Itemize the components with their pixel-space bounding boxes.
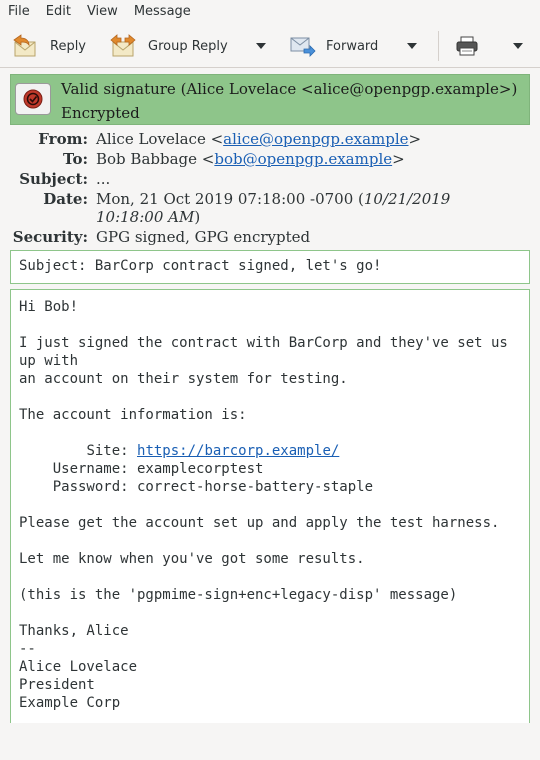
message-body: Hi Bob! I just signed the contract with … [10, 289, 530, 723]
body-para3: Please get the account set up and apply … [19, 515, 500, 531]
subject-label: Subject: [19, 170, 88, 188]
forward-icon [290, 34, 316, 58]
from-name: Alice Lovelace < [96, 130, 224, 148]
body-sig-title: President [19, 677, 95, 693]
body-blank [19, 496, 521, 514]
body-para1b: an account on their system for testing. [19, 371, 348, 387]
subject-box: Subject: BarCorp contract signed, let's … [10, 250, 530, 284]
body-password-line: Password: correct-horse-battery-staple [19, 479, 374, 495]
body-blank [19, 388, 521, 406]
signature-status-text: Valid signature (Alice Lovelace <alice@o… [61, 80, 518, 98]
date-text: Mon, 21 Oct 2019 07:18:00 -0700 ( [96, 190, 364, 208]
chevron-down-icon [407, 38, 417, 53]
body-closing: Thanks, Alice [19, 623, 129, 639]
menu-view[interactable]: View [79, 0, 126, 24]
encryption-status-text: Encrypted [61, 104, 140, 122]
from-label: From: [38, 130, 88, 148]
body-blank [19, 604, 521, 622]
print-button[interactable] [456, 25, 478, 67]
body-blank [19, 424, 521, 442]
date-value: Mon, 21 Oct 2019 07:18:00 -0700 (10/21/2… [96, 190, 476, 226]
body-sig-name: Alice Lovelace [19, 659, 138, 675]
forward-label: Forward [326, 38, 379, 54]
chevron-down-icon [513, 38, 523, 53]
from-value: Alice Lovelace <alice@openpgp.example> [96, 130, 526, 148]
date-close: ) [194, 208, 201, 226]
body-blank [19, 316, 521, 334]
group-reply-button[interactable]: Group Reply [110, 25, 228, 67]
toolbar-separator [438, 31, 439, 61]
body-blank [19, 568, 521, 586]
menu-file[interactable]: File [0, 0, 38, 24]
body-blank [19, 532, 521, 550]
more-dropdown[interactable] [510, 37, 526, 53]
body-site-line: Site: https://barcorp.example/ [19, 442, 521, 460]
site-link[interactable]: https://barcorp.example/ [137, 443, 339, 459]
body-para2: The account information is: [19, 407, 247, 423]
from-close: > [408, 130, 422, 148]
printer-icon [456, 35, 478, 57]
to-value: Bob Babbage <bob@openpgp.example> [96, 150, 526, 168]
menu-message[interactable]: Message [126, 0, 199, 24]
group-reply-icon [110, 34, 136, 58]
subject-value: ... [96, 170, 111, 188]
signature-seal-icon[interactable] [15, 83, 51, 115]
toolbar: Reply Group Reply Forward [0, 25, 540, 68]
security-value: GPG signed, GPG encrypted [96, 228, 311, 246]
to-close: > [392, 150, 405, 168]
site-label: Site: [19, 443, 138, 459]
body-para1: I just signed the contract with BarCorp … [19, 335, 517, 369]
menubar: File Edit View Message [0, 0, 540, 24]
from-email-link[interactable]: alice@openpgp.example [223, 130, 408, 148]
reply-button[interactable]: Reply [12, 25, 86, 67]
window-bottom-strip [0, 723, 540, 760]
forward-dropdown[interactable] [404, 37, 420, 53]
group-reply-dropdown[interactable] [253, 37, 269, 53]
reply-label: Reply [50, 38, 87, 54]
body-para5: (this is the 'pgpmime-sign+enc+legacy-di… [19, 587, 458, 603]
body-sig-separator: -- [19, 641, 36, 657]
menu-edit[interactable]: Edit [38, 0, 79, 24]
body-username-line: Username: examplecorptest [19, 461, 264, 477]
reply-icon [12, 34, 38, 58]
chevron-down-icon [256, 38, 266, 53]
signature-status-bar: Valid signature (Alice Lovelace <alice@o… [10, 74, 530, 125]
security-label: Security: [12, 228, 88, 246]
date-label: Date: [43, 190, 88, 208]
to-label: To: [63, 150, 88, 168]
to-email-link[interactable]: bob@openpgp.example [214, 150, 392, 168]
body-greeting: Hi Bob! [19, 299, 79, 315]
body-sig-company: Example Corp [19, 695, 121, 711]
body-para4: Let me know when you've got some results… [19, 551, 365, 567]
to-name: Bob Babbage < [96, 150, 215, 168]
group-reply-label: Group Reply [148, 38, 228, 54]
forward-button[interactable]: Forward [290, 25, 378, 67]
